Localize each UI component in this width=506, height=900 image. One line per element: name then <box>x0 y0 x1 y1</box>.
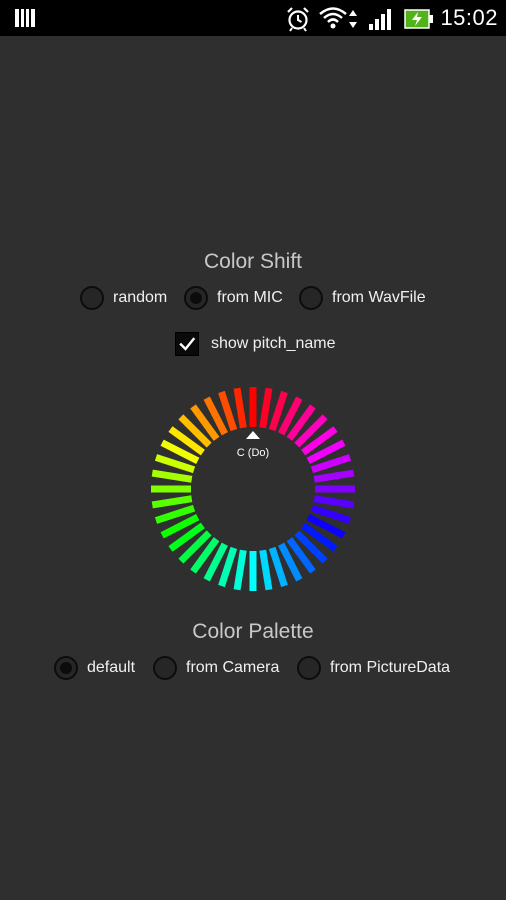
status-bar: 15:02 <box>0 0 506 36</box>
wheel-segment <box>313 469 355 483</box>
radio-from-wavfile[interactable]: from WavFile <box>299 281 426 315</box>
radio-from-mic[interactable]: from MIC <box>184 281 283 315</box>
radio-default[interactable]: default <box>54 651 135 685</box>
wifi-icon <box>319 7 347 29</box>
wheel-segment <box>259 549 273 591</box>
checkbox-box[interactable] <box>175 332 199 356</box>
radio-from-mic-circle[interactable] <box>184 286 208 310</box>
show-pitch-name-checkbox[interactable]: show pitch_name <box>175 330 336 358</box>
pitch-indicator-arrow <box>246 431 260 439</box>
wheel-segment <box>233 387 247 429</box>
radio-from-camera[interactable]: from Camera <box>153 651 279 685</box>
radio-from-picturedata[interactable]: from PictureData <box>297 651 450 685</box>
show-pitch-name-label: show pitch_name <box>211 335 336 352</box>
radio-random[interactable]: random <box>80 281 167 315</box>
data-arrows-icon <box>349 10 357 28</box>
clock-time: 15:02 <box>440 5 498 30</box>
color-shift-title: Color Shift <box>203 250 303 273</box>
battery-charging-icon <box>404 9 433 29</box>
radio-from-picturedata-circle[interactable] <box>297 656 321 680</box>
radio-default-circle[interactable] <box>54 656 78 680</box>
wheel-segment <box>151 469 193 483</box>
radio-random-circle[interactable] <box>80 286 104 310</box>
pitch-name-label: C (Do) <box>237 447 269 459</box>
radio-from-mic-label: from MIC <box>217 289 283 306</box>
radio-selected-dot <box>190 292 202 304</box>
radio-default-label: default <box>87 659 136 676</box>
wheel-segment <box>233 549 247 591</box>
wheel-segment <box>259 387 273 429</box>
color-wheel: C (Do) <box>151 387 355 591</box>
radio-from-camera-label: from Camera <box>186 659 280 676</box>
radio-from-picturedata-label: from PictureData <box>330 659 451 676</box>
radio-from-wavfile-label: from WavFile <box>332 289 426 306</box>
color-shift-radio-group: random from MIC from WavFile <box>0 281 506 315</box>
color-palette-title: Color Palette <box>192 620 314 643</box>
radio-from-wavfile-circle[interactable] <box>299 286 323 310</box>
alarm-icon <box>287 7 309 32</box>
wheel-segment <box>151 495 193 509</box>
checkmark-icon <box>179 337 196 351</box>
radio-from-camera-circle[interactable] <box>153 656 177 680</box>
wheel-segment <box>313 495 355 509</box>
color-palette-radio-group: default from Camera from PictureData <box>0 651 506 685</box>
radio-random-label: random <box>113 289 168 306</box>
wheel-segments <box>151 387 355 591</box>
radio-selected-dot <box>60 662 72 674</box>
notification-icon <box>15 9 35 27</box>
signal-icon <box>369 9 391 30</box>
